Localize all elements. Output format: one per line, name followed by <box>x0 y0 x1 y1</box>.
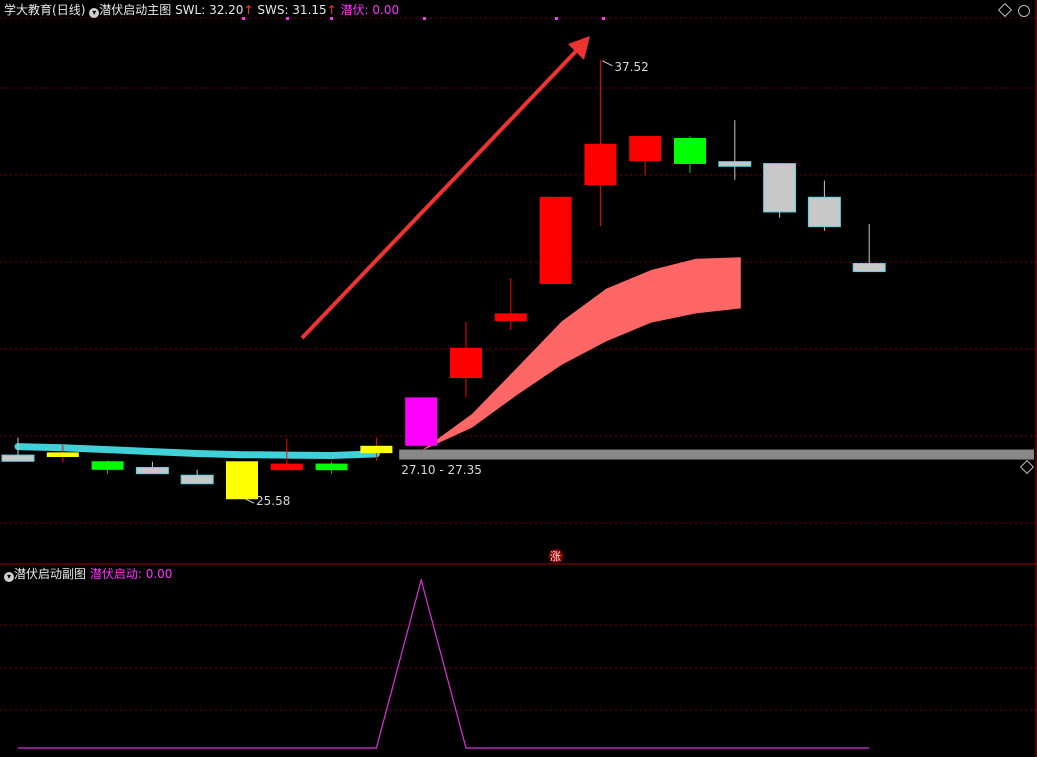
candle-body <box>91 461 124 470</box>
sub-chart-header: ▾ 潜伏启动副图 潜伏启动: 0.00 <box>4 567 172 582</box>
candle-body <box>180 474 214 485</box>
candle-body <box>135 466 169 475</box>
trend-arrow-shaft <box>300 45 582 340</box>
candle <box>852 223 886 273</box>
signal-dot <box>423 17 426 20</box>
candle-body <box>46 452 79 458</box>
candle <box>315 461 348 475</box>
candle-body <box>360 445 393 454</box>
candle-body <box>674 138 706 164</box>
sub-indicator-menu-icon[interactable]: ▾ <box>4 572 14 582</box>
high-pointer <box>602 60 613 67</box>
candle-body <box>315 463 348 471</box>
candle <box>807 180 841 231</box>
support-bar <box>399 449 1034 460</box>
main-chart-header: 学大教育(日线) ▾ 潜伏启动主图 SWL: 32.20↑ SWS: 31.15↑… <box>4 3 399 18</box>
candle-body <box>226 461 258 500</box>
candle-body <box>718 161 752 167</box>
candle <box>674 136 706 173</box>
candle-body <box>584 143 617 186</box>
candle-body <box>270 463 303 471</box>
candle <box>226 461 258 500</box>
main-indicator-name[interactable]: 潜伏启动主图 <box>99 3 171 17</box>
candle <box>135 461 169 475</box>
signal-dot <box>602 17 605 20</box>
indicator-menu-icon[interactable]: ▾ <box>89 8 100 18</box>
sub-indicator-name[interactable]: 潜伏启动副图 <box>14 567 86 581</box>
candle <box>539 196 572 284</box>
sub-indicator-value: 潜伏启动: 0.00 <box>89 567 173 581</box>
candle <box>405 397 438 446</box>
price-chart[interactable]: 37.52 25.58 27.10 - 27.35 涨 <box>0 0 1037 757</box>
candle-body <box>852 262 886 273</box>
candle <box>629 136 662 176</box>
candle <box>718 120 752 180</box>
candle <box>91 460 124 475</box>
candle-body <box>763 163 797 213</box>
qianfu-value: 潜伏: 0.00 <box>340 3 400 17</box>
candle <box>494 278 527 331</box>
sws-value: SWS: 31.15 <box>257 3 327 17</box>
candle <box>584 59 617 227</box>
swl-value: SWL: 32.20 <box>175 3 244 17</box>
high-price-label: 37.52 <box>614 60 648 74</box>
candle-body <box>1 454 35 462</box>
candle-body <box>405 397 438 446</box>
candle-body <box>539 196 572 284</box>
stock-name[interactable]: 学大教育 <box>4 3 52 17</box>
sws-up-arrow-icon: ↑ <box>326 3 337 17</box>
candle-body <box>629 136 662 162</box>
signal-dot <box>555 17 558 20</box>
zhang-badge: 涨 <box>550 550 561 563</box>
sub-indicator-line <box>18 577 870 749</box>
swl-up-arrow-icon: ↑ <box>243 3 254 17</box>
support-range-label: 27.10 - 27.35 <box>401 463 482 477</box>
candle-body <box>494 313 527 322</box>
period-label: (日线) <box>52 3 86 17</box>
candle <box>180 469 214 485</box>
candle-body <box>807 196 841 228</box>
low-price-label: 25.58 <box>256 494 290 508</box>
candle <box>763 163 797 218</box>
candle <box>450 321 482 398</box>
settings-circle-icon[interactable] <box>1018 5 1030 17</box>
candle-body <box>450 347 482 379</box>
